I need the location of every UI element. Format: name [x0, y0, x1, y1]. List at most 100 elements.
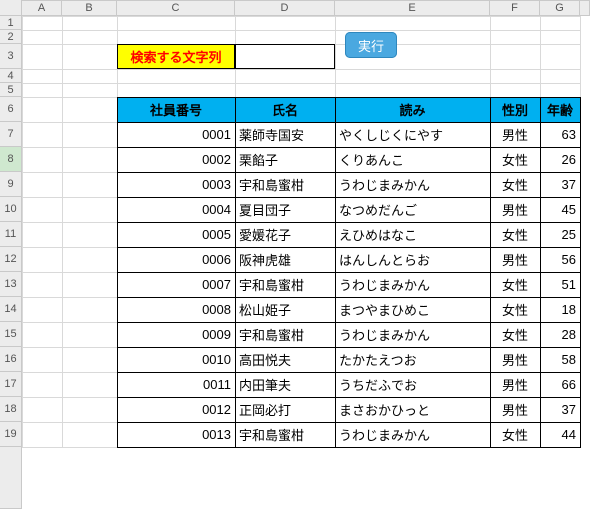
- table-header-reading[interactable]: 読み: [335, 97, 490, 122]
- table-cell-id[interactable]: 0008: [117, 297, 235, 322]
- row-header-8[interactable]: 8: [0, 147, 22, 172]
- table-cell-age[interactable]: 51: [540, 272, 580, 297]
- table-cell-age[interactable]: 66: [540, 372, 580, 397]
- row-header-17[interactable]: 17: [0, 372, 22, 397]
- table-cell-name[interactable]: 愛媛花子: [235, 222, 335, 247]
- table-cell-name[interactable]: 薬師寺国安: [235, 122, 335, 147]
- table-cell-reading[interactable]: えひめはなこ: [335, 222, 490, 247]
- table-cell-reading[interactable]: うちだふでお: [335, 372, 490, 397]
- row-header-3[interactable]: 3: [0, 44, 22, 69]
- row-header-2[interactable]: 2: [0, 30, 22, 44]
- table-cell-reading[interactable]: うわじまみかん: [335, 172, 490, 197]
- table-cell-gender[interactable]: 女性: [490, 172, 540, 197]
- table-header-name[interactable]: 氏名: [235, 97, 335, 122]
- column-header-C[interactable]: C: [117, 0, 235, 16]
- table-cell-gender[interactable]: 女性: [490, 222, 540, 247]
- table-cell-reading[interactable]: はんしんとらお: [335, 247, 490, 272]
- search-input-cell[interactable]: [235, 44, 335, 69]
- table-cell-reading[interactable]: まつやまひめこ: [335, 297, 490, 322]
- table-cell-gender[interactable]: 女性: [490, 422, 540, 447]
- table-cell-reading[interactable]: たかたえつお: [335, 347, 490, 372]
- table-cell-gender[interactable]: 男性: [490, 197, 540, 222]
- table-cell-age[interactable]: 18: [540, 297, 580, 322]
- row-header-9[interactable]: 9: [0, 172, 22, 197]
- table-cell-reading[interactable]: うわじまみかん: [335, 422, 490, 447]
- table-header-gender[interactable]: 性別: [490, 97, 540, 122]
- table-cell-reading[interactable]: うわじまみかん: [335, 322, 490, 347]
- row-header-19[interactable]: 19: [0, 422, 22, 447]
- table-cell-id[interactable]: 0004: [117, 197, 235, 222]
- table-cell-id[interactable]: 0010: [117, 347, 235, 372]
- select-all-corner[interactable]: [0, 0, 22, 16]
- table-cell-gender[interactable]: 男性: [490, 397, 540, 422]
- table-cell-name[interactable]: 内田筆夫: [235, 372, 335, 397]
- table-cell-name[interactable]: 栗餡子: [235, 147, 335, 172]
- table-cell-gender[interactable]: 女性: [490, 272, 540, 297]
- row-header-18[interactable]: 18: [0, 397, 22, 422]
- row-header-1[interactable]: 1: [0, 16, 22, 30]
- table-cell-age[interactable]: 37: [540, 172, 580, 197]
- column-header-B[interactable]: B: [62, 0, 117, 16]
- row-header-4[interactable]: 4: [0, 69, 22, 83]
- row-header-5[interactable]: 5: [0, 83, 22, 97]
- table-cell-id[interactable]: 0005: [117, 222, 235, 247]
- table-cell-id[interactable]: 0013: [117, 422, 235, 447]
- table-cell-age[interactable]: 25: [540, 222, 580, 247]
- table-cell-age[interactable]: 28: [540, 322, 580, 347]
- table-cell-gender[interactable]: 女性: [490, 322, 540, 347]
- row-header-13[interactable]: 13: [0, 272, 22, 297]
- table-cell-id[interactable]: 0001: [117, 122, 235, 147]
- row-header-16[interactable]: 16: [0, 347, 22, 372]
- column-header-E[interactable]: E: [335, 0, 490, 16]
- table-cell-id[interactable]: 0002: [117, 147, 235, 172]
- table-cell-age[interactable]: 37: [540, 397, 580, 422]
- execute-button[interactable]: 実行: [345, 32, 397, 58]
- table-cell-name[interactable]: 宇和島蜜柑: [235, 422, 335, 447]
- column-header-G[interactable]: G: [540, 0, 580, 16]
- table-cell-gender[interactable]: 女性: [490, 297, 540, 322]
- table-cell-name[interactable]: 松山姫子: [235, 297, 335, 322]
- table-header-id[interactable]: 社員番号: [117, 97, 235, 122]
- table-cell-reading[interactable]: くりあんこ: [335, 147, 490, 172]
- table-cell-age[interactable]: 45: [540, 197, 580, 222]
- table-cell-id[interactable]: 0003: [117, 172, 235, 197]
- table-cell-reading[interactable]: なつめだんご: [335, 197, 490, 222]
- table-cell-age[interactable]: 44: [540, 422, 580, 447]
- table-cell-id[interactable]: 0007: [117, 272, 235, 297]
- table-header-age[interactable]: 年齢: [540, 97, 580, 122]
- table-cell-id[interactable]: 0006: [117, 247, 235, 272]
- table-cell-reading[interactable]: うわじまみかん: [335, 272, 490, 297]
- table-cell-age[interactable]: 56: [540, 247, 580, 272]
- table-cell-id[interactable]: 0012: [117, 397, 235, 422]
- table-cell-name[interactable]: 阪神虎雄: [235, 247, 335, 272]
- table-cell-gender[interactable]: 男性: [490, 122, 540, 147]
- table-cell-age[interactable]: 58: [540, 347, 580, 372]
- table-cell-gender[interactable]: 男性: [490, 347, 540, 372]
- table-cell-name[interactable]: 高田悦夫: [235, 347, 335, 372]
- row-header-12[interactable]: 12: [0, 247, 22, 272]
- table-cell-id[interactable]: 0009: [117, 322, 235, 347]
- row-header-14[interactable]: 14: [0, 297, 22, 322]
- table-cell-age[interactable]: 63: [540, 122, 580, 147]
- row-header-6[interactable]: 6: [0, 97, 22, 122]
- column-header-F[interactable]: F: [490, 0, 540, 16]
- table-cell-gender[interactable]: 女性: [490, 147, 540, 172]
- row-header-10[interactable]: 10: [0, 197, 22, 222]
- table-cell-name[interactable]: 宇和島蜜柑: [235, 272, 335, 297]
- table-cell-reading[interactable]: まさおかひっと: [335, 397, 490, 422]
- row-header-15[interactable]: 15: [0, 322, 22, 347]
- table-cell-name[interactable]: 正岡必打: [235, 397, 335, 422]
- table-cell-reading[interactable]: やくしじくにやす: [335, 122, 490, 147]
- table-cell-id[interactable]: 0011: [117, 372, 235, 397]
- row-header-11[interactable]: 11: [0, 222, 22, 247]
- row-header-7[interactable]: 7: [0, 122, 22, 147]
- column-header-D[interactable]: D: [235, 0, 335, 16]
- table-cell-name[interactable]: 宇和島蜜柑: [235, 322, 335, 347]
- table-cell-name[interactable]: 宇和島蜜柑: [235, 172, 335, 197]
- table-cell-name[interactable]: 夏目団子: [235, 197, 335, 222]
- table-cell-gender[interactable]: 男性: [490, 372, 540, 397]
- table-cell-age[interactable]: 26: [540, 147, 580, 172]
- column-header-A[interactable]: A: [22, 0, 62, 16]
- search-input[interactable]: [240, 45, 330, 68]
- table-cell-gender[interactable]: 男性: [490, 247, 540, 272]
